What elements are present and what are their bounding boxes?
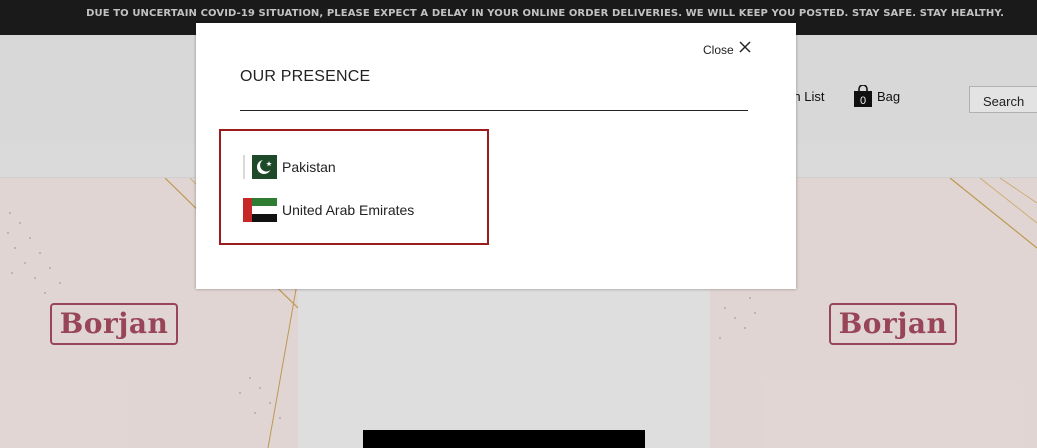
- close-icon: [739, 41, 751, 53]
- pakistan-flag-icon: [243, 155, 277, 179]
- title-divider: [240, 110, 748, 111]
- modal-title: OUR PRESENCE: [240, 68, 371, 85]
- presence-modal: Close OUR PRESENCE Pakistan United Arab …: [196, 23, 796, 289]
- uae-flag-icon: [243, 198, 277, 222]
- country-label: United Arab Emirates: [282, 202, 415, 218]
- close-label: Close: [703, 42, 734, 57]
- country-label: Pakistan: [282, 159, 336, 175]
- country-list: Pakistan United Arab Emirates: [219, 129, 489, 245]
- close-button[interactable]: Close: [703, 41, 751, 59]
